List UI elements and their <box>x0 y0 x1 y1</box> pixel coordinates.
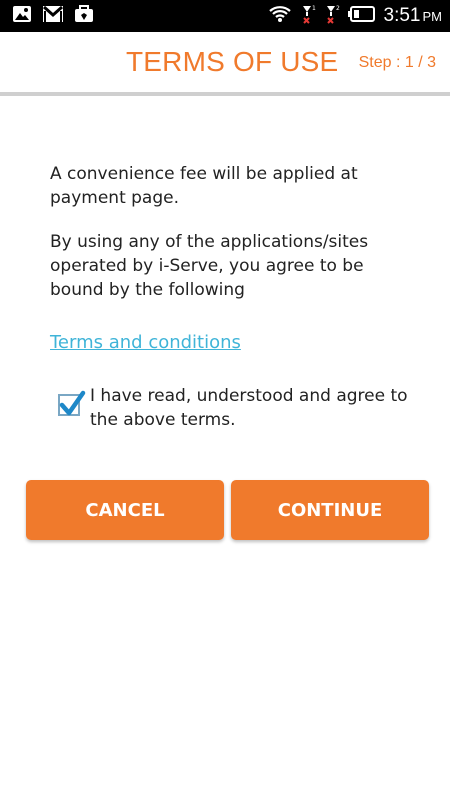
notification-icons <box>12 5 94 27</box>
clock: 3:51 PM <box>384 5 442 27</box>
system-icons: 1 2 3:51 PM <box>268 3 442 29</box>
briefcase-icon <box>74 5 94 27</box>
svg-text:1: 1 <box>312 5 316 12</box>
agree-row[interactable]: I have read, understood and agree to the… <box>58 384 418 432</box>
checkmark-icon <box>59 390 86 416</box>
gmail-icon <box>42 5 64 27</box>
clock-ampm: PM <box>422 9 443 24</box>
svg-text:2: 2 <box>336 5 340 12</box>
continue-button[interactable]: CONTINUE <box>231 480 429 540</box>
wifi-icon <box>268 5 292 27</box>
agree-checkbox[interactable] <box>58 390 86 416</box>
signal-x-icon: 1 <box>300 4 316 28</box>
battery-icon <box>347 6 376 26</box>
cancel-button[interactable]: CANCEL <box>26 480 224 540</box>
step-indicator: Step : 1 / 3 <box>358 54 436 71</box>
page-title: TERMS OF USE <box>126 46 339 77</box>
fee-notice: A convenience fee will be applied at pay… <box>50 164 358 208</box>
terms-and-conditions-link[interactable]: Terms and conditions <box>50 332 420 353</box>
clock-time: 3:51 <box>383 5 421 26</box>
agreement-notice: By using any of the applications/sites o… <box>50 232 369 300</box>
image-icon <box>12 5 32 27</box>
header: TERMS OF USE Step : 1 / 3 <box>0 32 450 96</box>
terms-content: A convenience fee will be applied at pay… <box>50 162 420 353</box>
signal-x-icon: 2 <box>324 4 340 28</box>
agree-label: I have read, understood and agree to the… <box>90 386 408 430</box>
status-bar: 1 2 3:51 PM <box>0 0 450 32</box>
